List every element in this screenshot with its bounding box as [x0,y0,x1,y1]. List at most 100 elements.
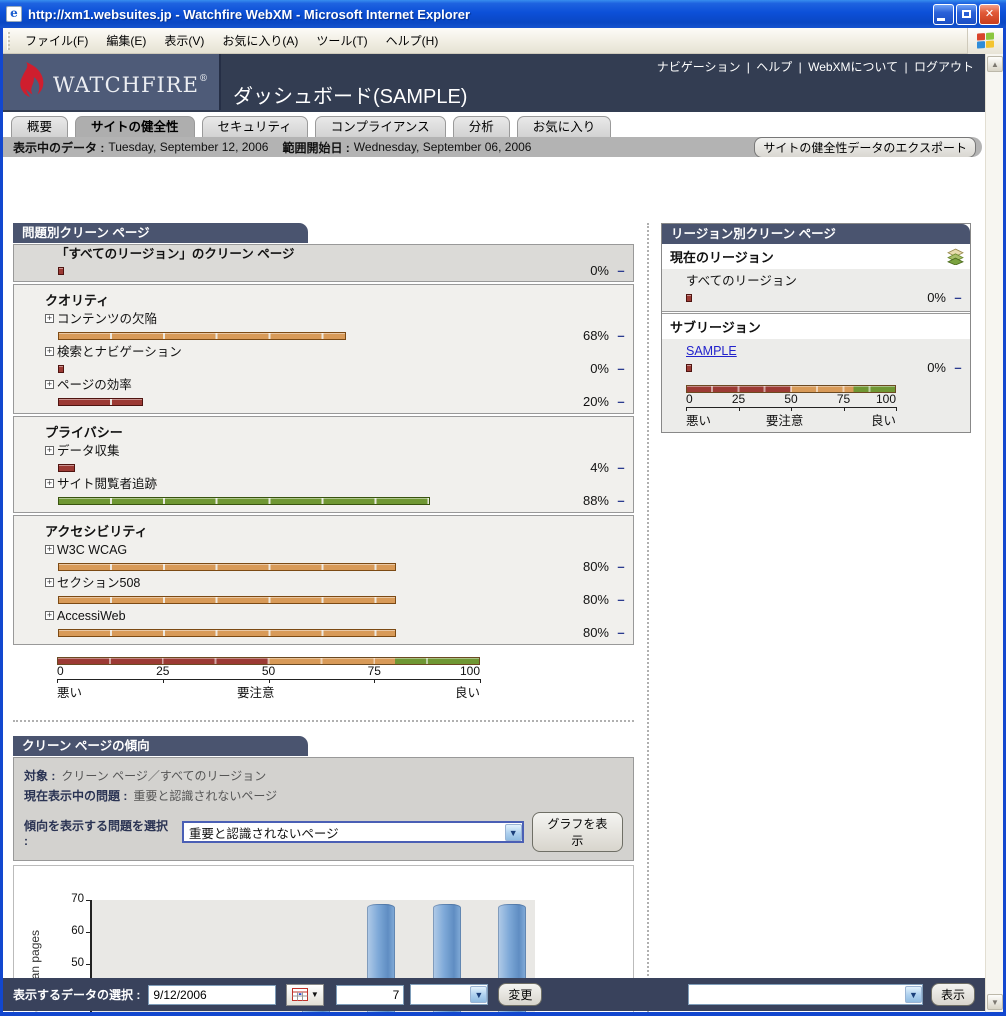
header-link-3[interactable]: ログアウト [911,60,977,74]
current-region-header-row: 現在のリージョン [662,244,970,269]
scale-tick-label: 50 [261,664,276,678]
chevron-down-icon[interactable]: ▼ [904,986,922,1003]
range-start-value: Wednesday, September 06, 2006 [353,140,532,154]
score-bar [686,293,692,302]
vertical-scrollbar[interactable]: ▲ ▼ [985,54,1003,1012]
issues-column: 問題別クリーン ページ 「すべてのリージョン」のクリーン ページ 0% – クオリテ… [13,223,634,1012]
menu-item-0[interactable]: ファイル(F) [16,29,97,52]
issue-group-2: アクセシビリティ + W3C WCAG 80% – + セクション508 80% – + Acces… [13,515,634,645]
view-button[interactable]: 表示 [930,983,975,1006]
window-border [0,1012,1006,1016]
windows-logo [967,27,1003,54]
show-graph-button[interactable]: グラフを表示 [531,812,623,852]
expand-icon[interactable]: + [45,545,54,554]
score-scale: 0 25 50 75 100 悪い 要注意 良い [57,657,481,700]
issue-group-name: アクセシビリティ [45,524,148,539]
period-unit-select[interactable]: Days ▼ [410,984,489,1005]
tab-4[interactable]: 分析 [452,116,510,137]
chevron-down-icon[interactable]: ▼ [504,823,522,841]
trend-issue-value: 重要と認識されないページ [133,789,278,803]
maximize-button[interactable] [956,3,977,25]
expand-icon[interactable]: + [45,479,54,488]
expand-icon[interactable]: + [45,347,54,356]
date-input[interactable] [148,984,277,1005]
issue-select[interactable]: 重要と認識されないページ ▼ [181,821,524,843]
dashboard-select[interactable]: ダッシュボード(SAMPLE) ▼ [687,984,923,1005]
trend-flat-icon: – [617,625,625,640]
menu-item-5[interactable]: ヘルプ(H) [377,29,448,52]
metric-label: サイト閲覧者追跡 [57,477,158,491]
metric-label: セクション508 [57,576,141,590]
header-link-0[interactable]: ナビゲーション [654,60,744,74]
score-percent: 80% [582,559,609,574]
change-button[interactable]: 変更 [498,983,543,1006]
period-count-input[interactable] [336,984,405,1005]
browser-window: e http://xm1.websuites.jp - Watchfire We… [0,0,1006,1016]
score-percent: 80% [582,625,609,640]
link-separator: | [743,60,754,74]
tab-3[interactable]: コンプライアンス [314,116,446,137]
data-selection-bar: 表示するデータの選択 : ▼ Days ▼ [3,978,985,1011]
trend-select-label: 傾向を表示する問題を選択 : [24,818,169,848]
issue-group-1: プライバシー + データ収集 4% – + サイト閲覧者追跡 88% – [13,416,634,513]
subregion-label: サブリージョン [670,320,761,335]
calendar-picker-button[interactable]: ▼ [286,983,325,1006]
chevron-down-icon[interactable]: ▼ [470,986,488,1003]
current-data-value: Tuesday, September 12, 2006 [108,140,269,154]
expand-icon[interactable]: + [45,380,54,389]
score-bar [58,266,64,275]
expand-icon[interactable]: + [45,578,54,587]
scroll-up-icon[interactable]: ▲ [987,56,1003,72]
tab-0[interactable]: 概要 [11,116,69,137]
trend-flat-icon: – [617,361,625,376]
expand-icon[interactable]: + [45,446,54,455]
header-link-1[interactable]: ヘルプ [753,60,795,74]
info-bar: 表示中のデータ : Tuesday, September 12, 2006 範囲… [3,136,982,158]
scale-tick-label: 25 [156,664,170,678]
header-link-2[interactable]: WebXMについて [805,60,901,74]
tab-1[interactable]: サイトの健全性 [75,116,195,137]
chevron-down-icon: ▼ [310,990,319,999]
region-map-icon[interactable] [947,248,964,265]
dashboard-main: 問題別クリーン ページ 「すべてのリージョン」のクリーン ページ 0% – クオリテ… [3,157,985,1012]
chart-y-tick: 50 [71,956,84,969]
menu-item-4[interactable]: ツール(T) [307,29,376,52]
minimize-button[interactable] [933,3,954,25]
chart-y-tick: 70 [71,893,84,905]
calendar-icon [291,988,308,1001]
page-title: ダッシュボード(SAMPLE) [233,86,468,108]
trend-flat-icon: – [954,290,962,305]
chart-y-tick: 60 [71,924,84,937]
expand-icon[interactable]: + [45,611,54,620]
metric-label: 検索とナビゲーション [57,345,182,359]
issue-group-0: クオリティ + コンテンツの欠陥 68% – + 検索とナビゲーション 0% – + ページの効率 2… [13,284,634,414]
issue-group-name: クオリティ [45,293,110,308]
tab-2[interactable]: セキュリティ [201,116,308,137]
scroll-down-icon[interactable]: ▼ [987,994,1003,1010]
link-separator: | [901,60,911,74]
overall-clean-pages-section: 「すべてのリージョン」のクリーン ページ 0% – [13,244,634,282]
close-button[interactable]: ✕ [979,3,1000,25]
score-bar [686,363,692,372]
menu-item-3[interactable]: お気に入り(A) [213,29,307,52]
scale-tick-label: 100 [459,664,480,678]
column-divider [647,223,649,1012]
score-bar [58,595,396,604]
score-bar [58,331,346,340]
menu-item-2[interactable]: 表示(V) [155,29,213,52]
score-percent: 0% [590,361,609,376]
export-health-data-button[interactable]: サイトの健全性データのエクスポート [754,136,976,158]
score-percent: 20% [582,394,609,409]
menu-item-1[interactable]: 編集(E) [97,29,155,52]
trend-flat-icon: – [617,559,625,574]
expand-icon[interactable]: + [45,314,54,323]
subregion-link[interactable]: SAMPLE [686,344,737,358]
score-bar [58,397,143,406]
scale-zone-label: 悪い [686,414,712,428]
scale-tick-label: 0 [57,664,64,678]
tab-5[interactable]: お気に入り [516,116,612,137]
link-separator: | [795,60,806,74]
current-region-item: すべてのリージョン 0% – [662,269,970,311]
range-start-label: 範囲開始日 : [282,140,350,155]
toolbar-grip[interactable] [7,31,10,50]
